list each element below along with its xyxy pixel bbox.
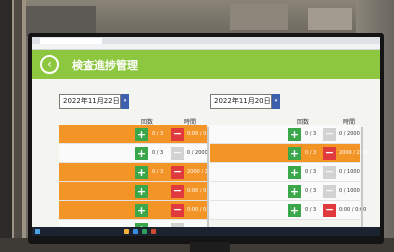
time-value: 0 / 2000	[339, 131, 360, 137]
plus-icon: +	[136, 147, 147, 160]
plus-icon: +	[289, 185, 300, 198]
time-value: 0 / 2000	[187, 150, 208, 156]
calendar-icon: ▾	[123, 98, 127, 104]
monitor-screen: ‹ 検査進捗管理 2022年11月22日 ▾ 2022年11月20日 ▾ 回数 …	[32, 37, 380, 236]
decrement-button[interactable]: −	[323, 147, 336, 160]
plus-icon: +	[289, 128, 300, 141]
count-value: 0 / 3	[305, 188, 317, 194]
folder-icon[interactable]	[124, 229, 129, 234]
page-title: 検査進捗管理	[72, 59, 138, 72]
increment-button[interactable]: +	[288, 166, 301, 179]
increment-button[interactable]: +	[288, 147, 301, 160]
count-value: 0 / 3	[305, 169, 317, 175]
plus-icon: +	[289, 204, 300, 217]
decrement-button[interactable]: −	[323, 166, 336, 179]
background-shelf	[26, 6, 96, 36]
table-row: +0 / 3 −0 / 2000	[210, 125, 360, 144]
date-picker-left[interactable]: 2022年11月22日	[59, 94, 121, 109]
table-row: +0 / 3−0:00 / 0:00	[59, 125, 214, 144]
plus-icon: +	[136, 204, 147, 217]
minus-icon: −	[172, 127, 183, 140]
table-row: +0 / 3−0:00 / 0:00	[210, 201, 366, 220]
count-value: 0 / 3	[305, 150, 317, 156]
increment-button[interactable]: +	[135, 185, 148, 198]
count-value: 0 / 3	[152, 169, 164, 175]
plus-icon: +	[136, 185, 147, 198]
decrement-button[interactable]: −	[171, 128, 184, 141]
windows-start-icon[interactable]	[35, 229, 40, 234]
table-row: +0 / 3−2000 / 2000	[59, 163, 217, 182]
table-row: +0 / 3 −2000 / 2000	[210, 144, 369, 163]
count-value: 0 / 3	[305, 131, 317, 137]
arrow-left-circle-icon: ‹	[47, 57, 52, 71]
plus-icon: +	[289, 166, 300, 179]
plus-icon: +	[289, 147, 300, 160]
table-row: + −0:00 / 0:00	[59, 201, 214, 220]
count-value: 0 / 3	[152, 131, 164, 137]
back-button[interactable]: ‹	[40, 55, 59, 74]
decrement-button[interactable]: −	[171, 147, 184, 160]
calendar-button-left[interactable]: ▾	[121, 94, 129, 109]
minus-icon: −	[324, 127, 335, 140]
increment-button[interactable]: +	[288, 128, 301, 141]
scrollbar-right[interactable]	[361, 127, 363, 227]
minus-icon: −	[324, 165, 335, 178]
decrement-button[interactable]: −	[171, 166, 184, 179]
edge-browser-icon[interactable]	[133, 229, 138, 234]
calendar-icon: ▾	[274, 98, 278, 104]
plus-icon: +	[136, 128, 147, 141]
plus-icon: +	[136, 166, 147, 179]
calendar-button-right[interactable]: ▾	[272, 94, 280, 109]
increment-button[interactable]: +	[135, 147, 148, 160]
minus-icon: −	[172, 146, 183, 159]
time-value: 0 / 1000	[339, 169, 360, 175]
increment-button[interactable]: +	[288, 204, 301, 217]
count-value: 0 / 3	[152, 150, 164, 156]
increment-button[interactable]: +	[135, 128, 148, 141]
decrement-button[interactable]: −	[323, 128, 336, 141]
taskbar	[32, 227, 380, 236]
date-picker-right[interactable]: 2022年11月20日	[210, 94, 272, 109]
table-row: +0 / 3 −0 / 2000	[59, 144, 208, 163]
count-value: 0 / 3	[305, 207, 317, 213]
background-shelf	[230, 4, 288, 30]
increment-button[interactable]: +	[288, 185, 301, 198]
minus-icon: −	[172, 203, 183, 216]
table-row: +0 / 3 −0 / 1000	[210, 182, 360, 201]
background-cable	[14, 0, 22, 252]
background-post	[0, 0, 12, 252]
minus-icon: −	[324, 203, 335, 216]
minus-icon: −	[324, 146, 335, 159]
app-header: ‹ 検査進捗管理	[32, 50, 380, 79]
scrollbar-left[interactable]	[207, 127, 209, 227]
table-row: +0 / 3 −0 / 1000	[210, 163, 360, 182]
browser-tab-strip	[32, 37, 380, 44]
minus-icon: −	[172, 165, 183, 178]
decrement-button[interactable]: −	[171, 204, 184, 217]
monitor-stand	[190, 242, 230, 252]
decrement-button[interactable]: −	[171, 185, 184, 198]
minus-icon: −	[172, 184, 183, 197]
increment-button[interactable]: +	[135, 204, 148, 217]
increment-button[interactable]: +	[135, 166, 148, 179]
app-icon[interactable]	[151, 229, 156, 234]
background-shelf	[308, 8, 352, 30]
table-row: + −0:00 / 0:00	[59, 182, 214, 201]
decrement-button[interactable]: −	[323, 185, 336, 198]
minus-icon: −	[324, 184, 335, 197]
decrement-button[interactable]: −	[323, 204, 336, 217]
time-value: 0 / 1000	[339, 188, 360, 194]
background-left	[0, 0, 26, 252]
time-value: 2000 / 2000	[339, 150, 370, 156]
excel-icon[interactable]	[142, 229, 147, 234]
